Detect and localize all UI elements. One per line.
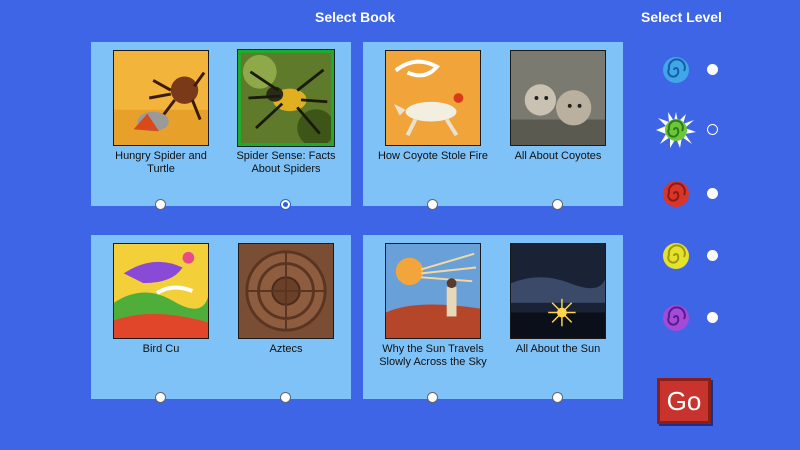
book-title: All About Coyotes: [514, 150, 602, 162]
book-radio[interactable]: [552, 392, 563, 403]
book-cover-all-about-coyotes[interactable]: [510, 50, 606, 146]
book-panel-3: Bird Cu Aztecs: [91, 235, 351, 403]
book-title: Spider Sense: Facts About Spiders: [236, 150, 336, 175]
book-cover-aztecs[interactable]: [238, 243, 334, 339]
book-title: Aztecs: [269, 343, 303, 355]
book-card-bird-cu[interactable]: Bird Cu: [100, 243, 222, 403]
book-panel-2: How Coyote Stole Fire All About Coyotes: [363, 42, 623, 210]
level-option-1[interactable]: [650, 50, 730, 90]
level-option-2[interactable]: [650, 110, 730, 150]
book-cover-all-about-the-sun[interactable]: [510, 243, 606, 339]
book-cover-spider-sense[interactable]: [237, 49, 335, 147]
book-cover-why-the-sun-travels[interactable]: [385, 243, 481, 339]
level-option-4[interactable]: [650, 236, 730, 276]
red-swirl-icon[interactable]: [656, 174, 696, 214]
book-card-aztecs[interactable]: Aztecs: [225, 243, 347, 403]
go-button[interactable]: Go: [657, 378, 711, 424]
select-book-heading: Select Book: [315, 9, 396, 25]
book-title: Bird Cu: [142, 343, 180, 355]
book-radio[interactable]: [427, 392, 438, 403]
book-radio[interactable]: [155, 199, 166, 210]
level-radio[interactable]: [707, 64, 718, 75]
book-title: Why the Sun Travels Slowly Across the Sk…: [379, 343, 487, 368]
book-title: All About the Sun: [515, 343, 601, 355]
book-panel-4: Why the Sun Travels Slowly Across the Sk…: [363, 235, 623, 403]
book-cover-hungry-spider[interactable]: [113, 50, 209, 146]
green-swirl-selected-icon[interactable]: [656, 110, 696, 150]
book-card-spider-sense[interactable]: Spider Sense: Facts About Spiders: [225, 49, 347, 210]
level-radio[interactable]: [707, 312, 718, 323]
book-card-why-the-sun-travels[interactable]: Why the Sun Travels Slowly Across the Sk…: [372, 243, 494, 403]
level-option-3[interactable]: [650, 174, 730, 214]
select-level-heading: Select Level: [641, 9, 722, 25]
book-cover-bird-cu[interactable]: [113, 243, 209, 339]
book-title: How Coyote Stole Fire: [377, 150, 489, 162]
book-radio[interactable]: [155, 392, 166, 403]
purple-swirl-icon[interactable]: [656, 298, 696, 338]
book-radio-selected[interactable]: [280, 199, 291, 210]
book-radio[interactable]: [280, 392, 291, 403]
level-option-5[interactable]: [650, 298, 730, 338]
blue-swirl-icon[interactable]: [656, 50, 696, 90]
level-radio[interactable]: [707, 250, 718, 261]
book-cover-coyote-stole-fire[interactable]: [385, 50, 481, 146]
book-card-all-about-the-sun[interactable]: All About the Sun: [497, 243, 619, 403]
yellow-swirl-icon[interactable]: [656, 236, 696, 276]
book-title: Hungry Spider and Turtle: [115, 150, 207, 175]
book-card-all-about-coyotes[interactable]: All About Coyotes: [497, 50, 619, 210]
book-card-coyote-stole-fire[interactable]: How Coyote Stole Fire: [372, 50, 494, 210]
book-radio[interactable]: [552, 199, 563, 210]
book-card-hungry-spider[interactable]: Hungry Spider and Turtle: [100, 50, 222, 210]
book-panel-1: Hungry Spider and Turtle Spider Sense: F…: [91, 42, 351, 210]
book-radio[interactable]: [427, 199, 438, 210]
level-radio-selected[interactable]: [707, 124, 718, 135]
level-radio[interactable]: [707, 188, 718, 199]
